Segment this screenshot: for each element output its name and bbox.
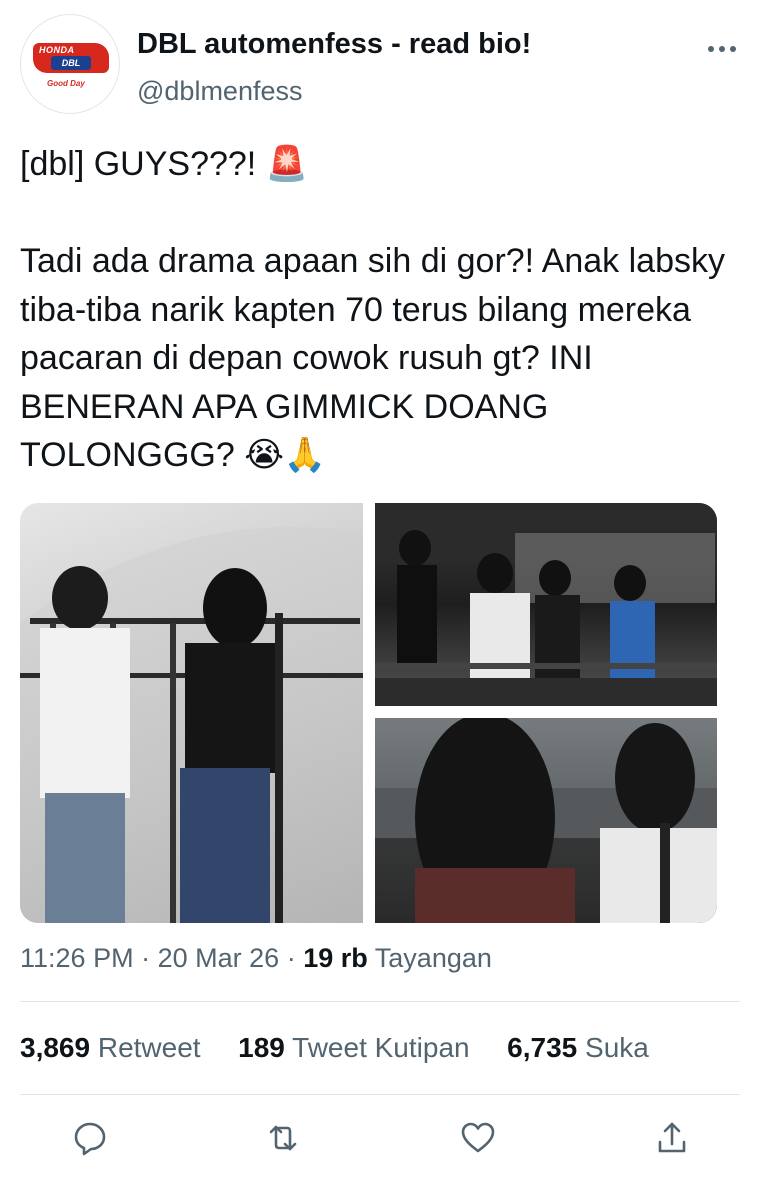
tweet-date[interactable]: 20 Mar 26: [158, 943, 280, 973]
retweets-count[interactable]: 3,869: [20, 1032, 90, 1063]
avatar-sub-text: Good Day: [47, 79, 85, 88]
tweet-header: HONDA DBL Good Day DBL automenfess - rea…: [20, 14, 742, 114]
avatar-badge-text: DBL: [51, 56, 91, 70]
tweet-stats: 3,869 Retweet 189 Tweet Kutipan 6,735 Su…: [20, 1032, 649, 1064]
tweet-meta: 11:26 PM · 20 Mar 26 · 19 rb Tayangan: [20, 943, 492, 974]
meta-separator: ·: [141, 943, 151, 973]
user-handle[interactable]: @dblmenfess: [137, 76, 302, 107]
retweet-icon[interactable]: [263, 1118, 303, 1158]
action-bar: [0, 1118, 760, 1158]
divider: [20, 1001, 740, 1002]
quotes-count[interactable]: 189: [238, 1032, 285, 1063]
views-label: Tayangan: [374, 943, 492, 973]
share-icon[interactable]: [652, 1118, 692, 1158]
photo-left[interactable]: [20, 503, 363, 923]
reply-icon[interactable]: [70, 1118, 110, 1158]
tweet-time[interactable]: 11:26 PM: [20, 943, 134, 973]
display-name[interactable]: DBL automenfess - read bio!: [137, 28, 531, 61]
likes-count[interactable]: 6,735: [507, 1032, 577, 1063]
views-count: 19 rb: [303, 943, 368, 973]
retweets-label[interactable]: Retweet: [98, 1032, 201, 1063]
heart-icon[interactable]: [458, 1118, 498, 1158]
avatar-brand-text: HONDA: [39, 45, 75, 55]
media-grid: [20, 503, 717, 923]
avatar[interactable]: HONDA DBL Good Day: [20, 14, 120, 114]
photo-top-right[interactable]: [375, 503, 717, 706]
likes-label[interactable]: Suka: [585, 1032, 649, 1063]
divider: [20, 1094, 740, 1095]
more-dots-icon[interactable]: [702, 34, 742, 64]
photo-bottom-right[interactable]: [375, 718, 717, 923]
meta-separator: ·: [286, 943, 296, 973]
tweet-text: [dbl] GUYS???! 🚨 Tadi ada drama apaan si…: [20, 145, 726, 474]
avatar-logo: HONDA DBL: [33, 43, 109, 73]
quotes-label[interactable]: Tweet Kutipan: [292, 1032, 469, 1063]
